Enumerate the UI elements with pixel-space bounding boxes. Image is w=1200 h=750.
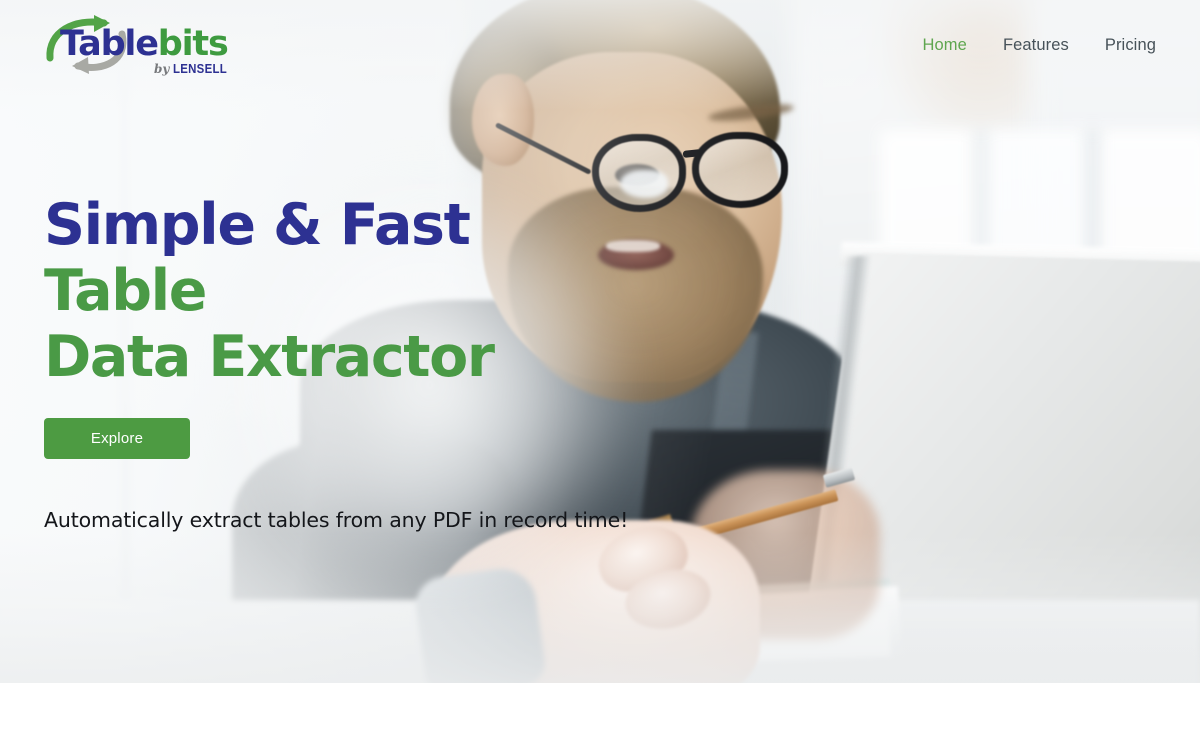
logo-byline-company: LENSELL [172, 61, 227, 76]
headline-line-1: Simple & Fast [44, 192, 471, 258]
hero-section: Tablebits by LENSELL Home Features Prici… [0, 0, 1200, 683]
nav-item-home[interactable]: Home [921, 34, 969, 57]
nav-item-features[interactable]: Features [1001, 34, 1071, 57]
logo-byline: by LENSELL [154, 62, 234, 76]
main-navigation: Home Features Pricing [921, 34, 1158, 57]
nav-item-pricing[interactable]: Pricing [1103, 34, 1158, 57]
logo-wordmark: Tablebits [60, 24, 229, 64]
hero-copy-block: Simple & Fast Table Data Extractor Explo… [44, 192, 664, 460]
photo-overlay-bottom-fade [0, 533, 1200, 683]
logo-word-bits: bits [157, 24, 229, 64]
hero-tagline: Automatically extract tables from any PD… [44, 508, 629, 532]
headline-line-2: Table [44, 258, 207, 325]
site-logo[interactable]: Tablebits by LENSELL [44, 14, 264, 80]
logo-byline-prefix: by [154, 62, 170, 76]
page-title: Simple & Fast Table Data Extractor [44, 192, 664, 390]
logo-word-table: Table [60, 24, 159, 64]
site-header: Tablebits by LENSELL Home Features Prici… [0, 0, 1200, 92]
headline-line-3: Data Extractor [44, 324, 495, 391]
page-body-below-hero [0, 683, 1200, 750]
explore-button[interactable]: Explore [44, 418, 190, 460]
